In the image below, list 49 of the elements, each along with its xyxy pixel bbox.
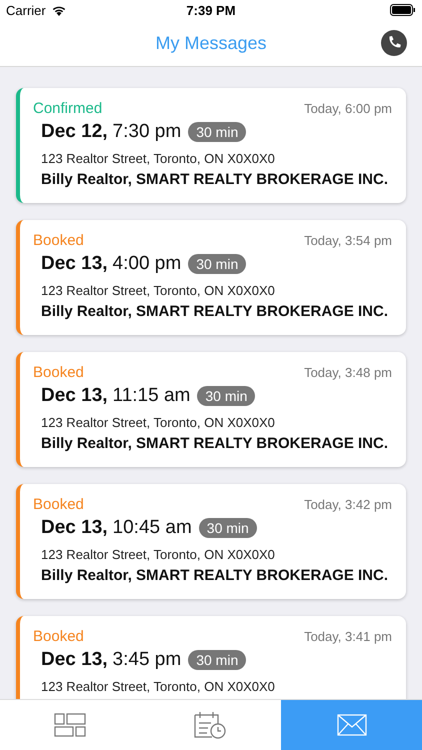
status-label: Booked <box>33 364 84 381</box>
status-label: Booked <box>33 232 84 249</box>
duration-badge: 30 min <box>198 518 257 538</box>
messages-tab[interactable] <box>281 700 422 750</box>
phone-button-icon[interactable] <box>381 30 407 56</box>
carrier-name: Carrier <box>6 2 46 18</box>
address-text: 123 Realtor Street, Toronto, ON X0X0X0 <box>40 415 276 430</box>
agent-text: Billy Realtor, SMART REALTY BROKERAGE INC. <box>40 435 389 452</box>
status-label: Confirmed <box>33 100 102 117</box>
agent-text: Billy Realtor, SMART REALTY BROKERAGE INC. <box>40 303 389 320</box>
message-card[interactable]: Booked Today, 3:42 pm Dec 13, 10:45 am 30 min 123 Realtor Street, Toronto, ON X0X0X0 Billy Realtor, SMART REALTY BROKERAGE INC. <box>16 484 406 599</box>
received-time: Today, 3:54 pm <box>304 233 392 248</box>
screen-title: My Messages <box>155 32 267 54</box>
address-text: 123 Realtor Street, Toronto, ON X0X0X0 <box>40 151 276 166</box>
message-card[interactable]: Booked Today, 3:54 pm Dec 13, 4:00 pm 30 min 123 Realtor Street, Toronto, ON X0X0X0 Billy Realtor, SMART REALTY BROKERAGE INC. <box>16 220 406 335</box>
status-time: 7:39 PM <box>186 2 236 18</box>
received-time: Today, 6:00 pm <box>304 101 392 116</box>
duration-badge: 30 min <box>188 122 246 142</box>
address-text: 123 Realtor Street, Toronto, ON X0X0X0 <box>40 679 276 694</box>
message-card[interactable]: Booked Today, 3:41 pm Dec 13, 3:45 pm 30 min 123 Realtor Street, Toronto, ON X0X0X0 <box>16 616 406 699</box>
address-text: 123 Realtor Street, Toronto, ON X0X0X0 <box>40 547 276 562</box>
appointment-date: Dec 13, <box>41 385 108 407</box>
address-text: 123 Realtor Street, Toronto, ON X0X0X0 <box>40 283 276 298</box>
received-time: Today, 3:41 pm <box>304 629 392 644</box>
duration-badge: 30 min <box>197 386 256 406</box>
received-time: Today, 3:48 pm <box>304 365 392 380</box>
battery-icon <box>390 4 416 16</box>
appointment-time: 11:15 am <box>112 385 190 407</box>
status-label: Booked <box>33 496 84 513</box>
appointment-time: 3:45 pm <box>112 649 182 671</box>
appointment-date: Dec 13, <box>41 517 108 539</box>
appointment-time: 4:00 pm <box>112 253 182 275</box>
status-label: Booked <box>33 628 84 645</box>
message-card[interactable]: Confirmed Today, 6:00 pm Dec 12, 7:30 pm 30 min 123 Realtor Street, Toronto, ON X0X0X0 Billy Realtor, SMART REALTY BROKERAGE INC. <box>16 88 406 203</box>
duration-badge: 30 min <box>188 254 246 274</box>
appointment-date: Dec 12, <box>41 121 108 143</box>
envelope-icon <box>336 714 367 736</box>
appointment-date: Dec 13, <box>41 253 108 275</box>
appointment-time: 7:30 pm <box>112 121 182 143</box>
wifi-icon <box>50 4 67 16</box>
agent-text: Billy Realtor, SMART REALTY BROKERAGE INC. <box>40 171 389 188</box>
duration-badge: 30 min <box>188 650 246 670</box>
calendar-clock-icon <box>194 711 228 739</box>
appointment-date: Dec 13, <box>41 649 108 671</box>
appointment-time: 10:45 am <box>112 517 192 539</box>
message-card[interactable]: Booked Today, 3:48 pm Dec 13, 11:15 am 30 min 123 Realtor Street, Toronto, ON X0X0X0 Billy Realtor, SMART REALTY BROKERAGE INC. <box>16 352 406 467</box>
agent-text: Billy Realtor, SMART REALTY BROKERAGE INC. <box>40 567 389 584</box>
received-time: Today, 3:42 pm <box>304 497 392 512</box>
tiles-icon <box>54 713 86 737</box>
